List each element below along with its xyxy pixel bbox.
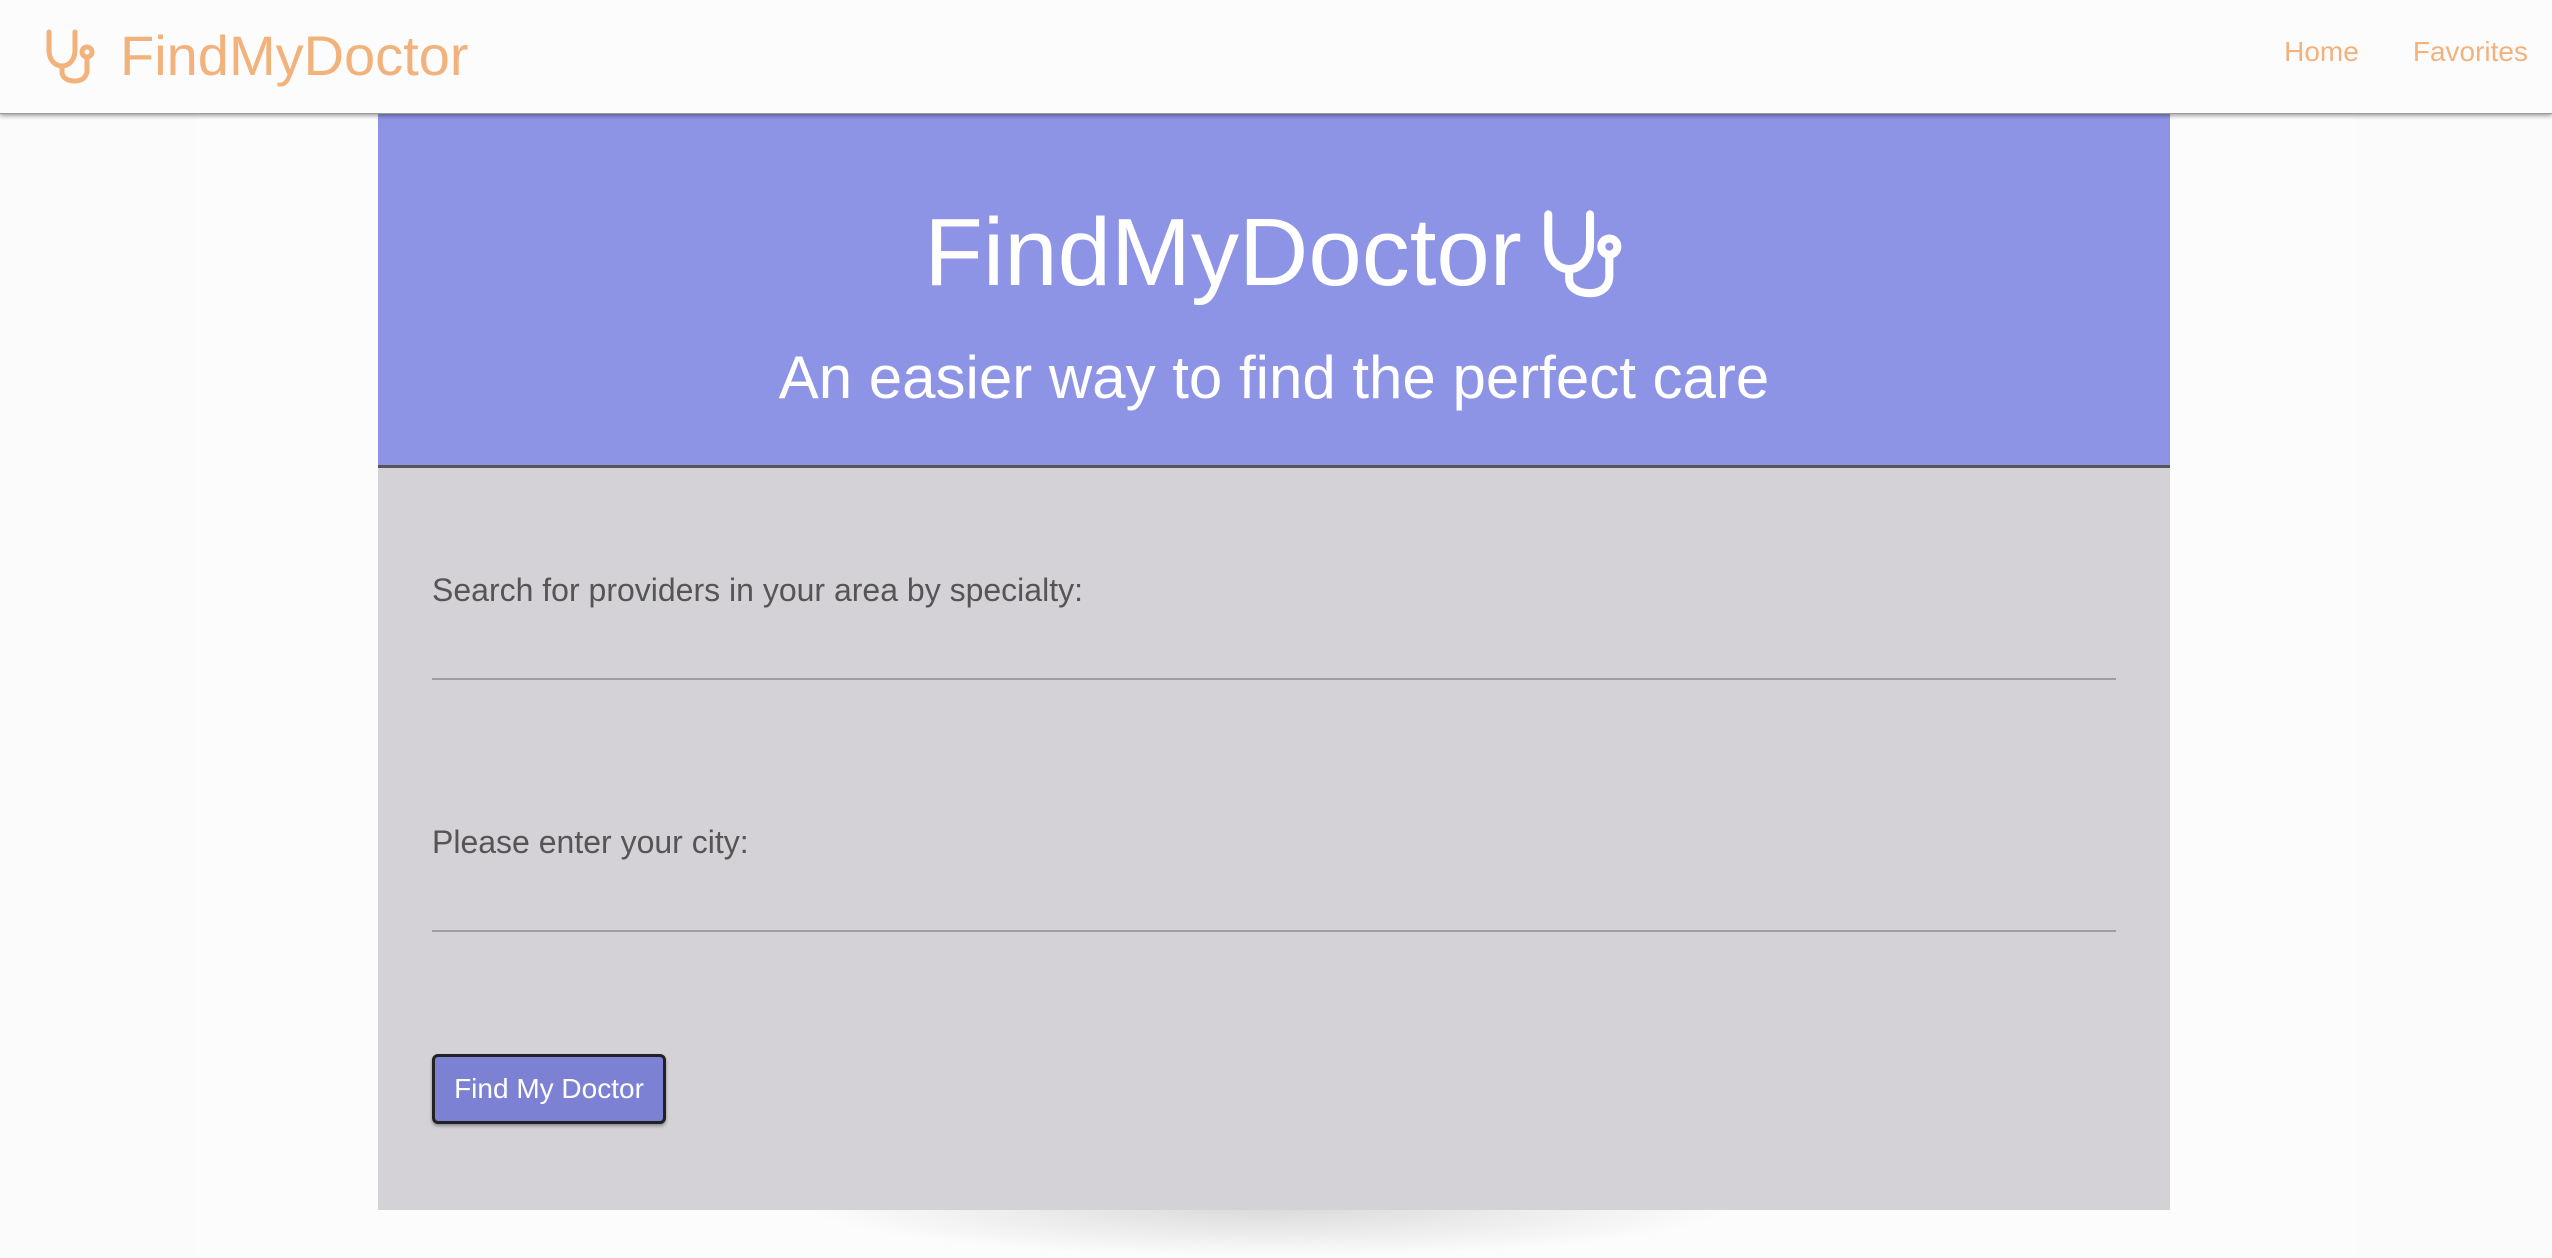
stethoscope-icon (1540, 208, 1624, 298)
card-shadow (800, 1206, 1740, 1258)
brand-name: FindMyDoctor (120, 24, 469, 87)
city-input[interactable] (432, 882, 2116, 932)
find-my-doctor-button[interactable]: Find My Doctor (432, 1054, 666, 1124)
specialty-input[interactable] (432, 630, 2116, 680)
hero-banner: FindMyDoctor An easier way to find the p… (378, 114, 2170, 468)
brand-link[interactable]: FindMyDoctor (44, 22, 469, 90)
hero-title: FindMyDoctor (924, 199, 1522, 306)
search-form: Search for providers in your area by spe… (378, 468, 2170, 1210)
nav-link-home[interactable]: Home (2284, 36, 2359, 68)
search-card: FindMyDoctor An easier way to find the p… (378, 114, 2170, 1210)
hero-subtitle: An easier way to find the perfect care (778, 344, 1770, 411)
hero-title-row: FindMyDoctor (378, 198, 2170, 308)
navbar: FindMyDoctor Home Favorites (0, 0, 2552, 114)
city-label: Please enter your city: (432, 824, 749, 860)
nav-link-favorites[interactable]: Favorites (2413, 36, 2528, 68)
stethoscope-icon (44, 28, 96, 84)
nav-links: Home Favorites (2284, 36, 2528, 68)
specialty-label: Search for providers in your area by spe… (432, 572, 1083, 608)
